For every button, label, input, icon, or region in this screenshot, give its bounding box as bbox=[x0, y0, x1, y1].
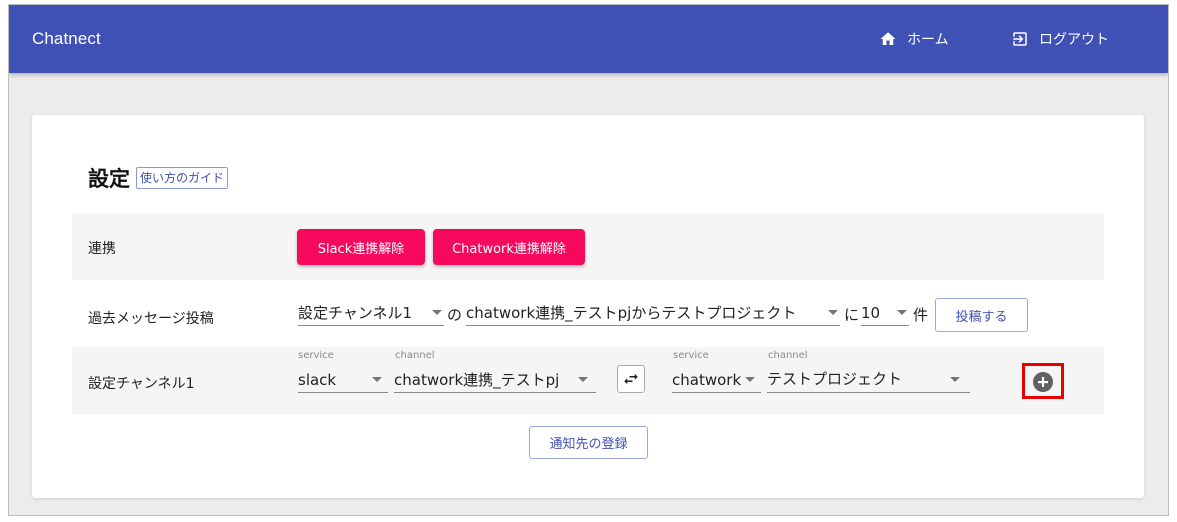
home-icon bbox=[880, 32, 896, 45]
chevron-down-icon bbox=[897, 310, 907, 315]
left-channel-select[interactable]: chatwork連携_テストpj bbox=[394, 367, 596, 393]
channel-select[interactable]: 設定チャンネル1 bbox=[298, 300, 444, 326]
add-button-highlight bbox=[1022, 363, 1064, 399]
right-channel-select[interactable]: テストプロジェクト bbox=[767, 365, 970, 393]
home-label: ホーム bbox=[907, 32, 949, 48]
home-button[interactable]: ホーム bbox=[879, 27, 949, 51]
logout-icon bbox=[1013, 32, 1027, 46]
logout-label: ログアウト bbox=[1039, 32, 1109, 48]
particle-no: の bbox=[447, 306, 463, 324]
right-channel-value: テストプロジェクト bbox=[767, 370, 903, 388]
register-button[interactable]: 通知先の登録 bbox=[529, 426, 648, 459]
chevron-down-icon bbox=[828, 310, 838, 315]
left-channel-value: chatwork連携_テストpj bbox=[394, 371, 560, 389]
settings-card: 設定 使い方のガイド 連携 Slack連携解除 Chatwork連携解除 過去メ… bbox=[32, 115, 1144, 498]
app-title[interactable]: Chatnect bbox=[32, 29, 101, 49]
left-channel-caption: channel bbox=[395, 350, 435, 361]
count-select-value: 10 bbox=[861, 303, 881, 322]
app-bar: Chatnect ホーム ログアウト bbox=[9, 5, 1168, 73]
right-service-select[interactable]: chatwork bbox=[672, 367, 761, 393]
chatwork-unlink-button[interactable]: Chatwork連携解除 bbox=[433, 229, 585, 265]
channel-select-value: 設定チャンネル1 bbox=[298, 304, 413, 322]
left-service-select[interactable]: slack bbox=[298, 367, 388, 393]
particle-ni: に bbox=[844, 306, 860, 324]
right-service-value: chatwork bbox=[672, 370, 742, 389]
integration-label: 連携 bbox=[88, 241, 116, 257]
slack-unlink-button[interactable]: Slack連携解除 bbox=[297, 229, 425, 265]
add-circle-icon bbox=[1038, 377, 1048, 387]
chevron-down-icon bbox=[745, 377, 755, 382]
left-service-caption: service bbox=[298, 350, 334, 361]
post-button[interactable]: 投稿する bbox=[935, 298, 1028, 332]
right-service-caption: service bbox=[673, 350, 709, 361]
channel-setting-row: 設定チャンネル1 service slack channel chatwork連… bbox=[72, 347, 1104, 414]
page-title: 設定 bbox=[88, 167, 130, 191]
chevron-down-icon bbox=[372, 377, 382, 382]
swap-horizontal-icon bbox=[624, 373, 638, 385]
chevron-down-icon bbox=[950, 377, 960, 382]
unit-label: 件 bbox=[913, 306, 929, 324]
settings-heading: 設定 使い方のガイド bbox=[88, 163, 229, 193]
swap-button[interactable] bbox=[617, 365, 645, 393]
add-button[interactable] bbox=[1033, 372, 1053, 392]
past-messages-row: 過去メッセージ投稿 設定チャンネル1 の chatwork連携_テストpjからテ… bbox=[72, 280, 1104, 347]
app-window: Chatnect ホーム ログアウト 設定 使い方のガイド 連携 Slack連携… bbox=[8, 4, 1169, 516]
integration-row: 連携 Slack連携解除 Chatwork連携解除 bbox=[72, 213, 1104, 280]
source-select[interactable]: chatwork連携_テストpjからテストプロジェクト bbox=[466, 300, 840, 326]
source-select-value: chatwork連携_テストpjからテストプロジェクト bbox=[466, 304, 797, 322]
count-select[interactable]: 10 bbox=[861, 300, 909, 326]
chevron-down-icon bbox=[578, 377, 588, 382]
chevron-down-icon bbox=[432, 310, 442, 315]
guide-button[interactable]: 使い方のガイド bbox=[136, 167, 229, 189]
left-service-value: slack bbox=[298, 370, 337, 389]
logout-button[interactable]: ログアウト bbox=[1011, 27, 1109, 51]
channel-setting-label: 設定チャンネル1 bbox=[88, 376, 195, 392]
right-channel-caption: channel bbox=[768, 350, 808, 361]
past-messages-label: 過去メッセージ投稿 bbox=[88, 311, 214, 327]
